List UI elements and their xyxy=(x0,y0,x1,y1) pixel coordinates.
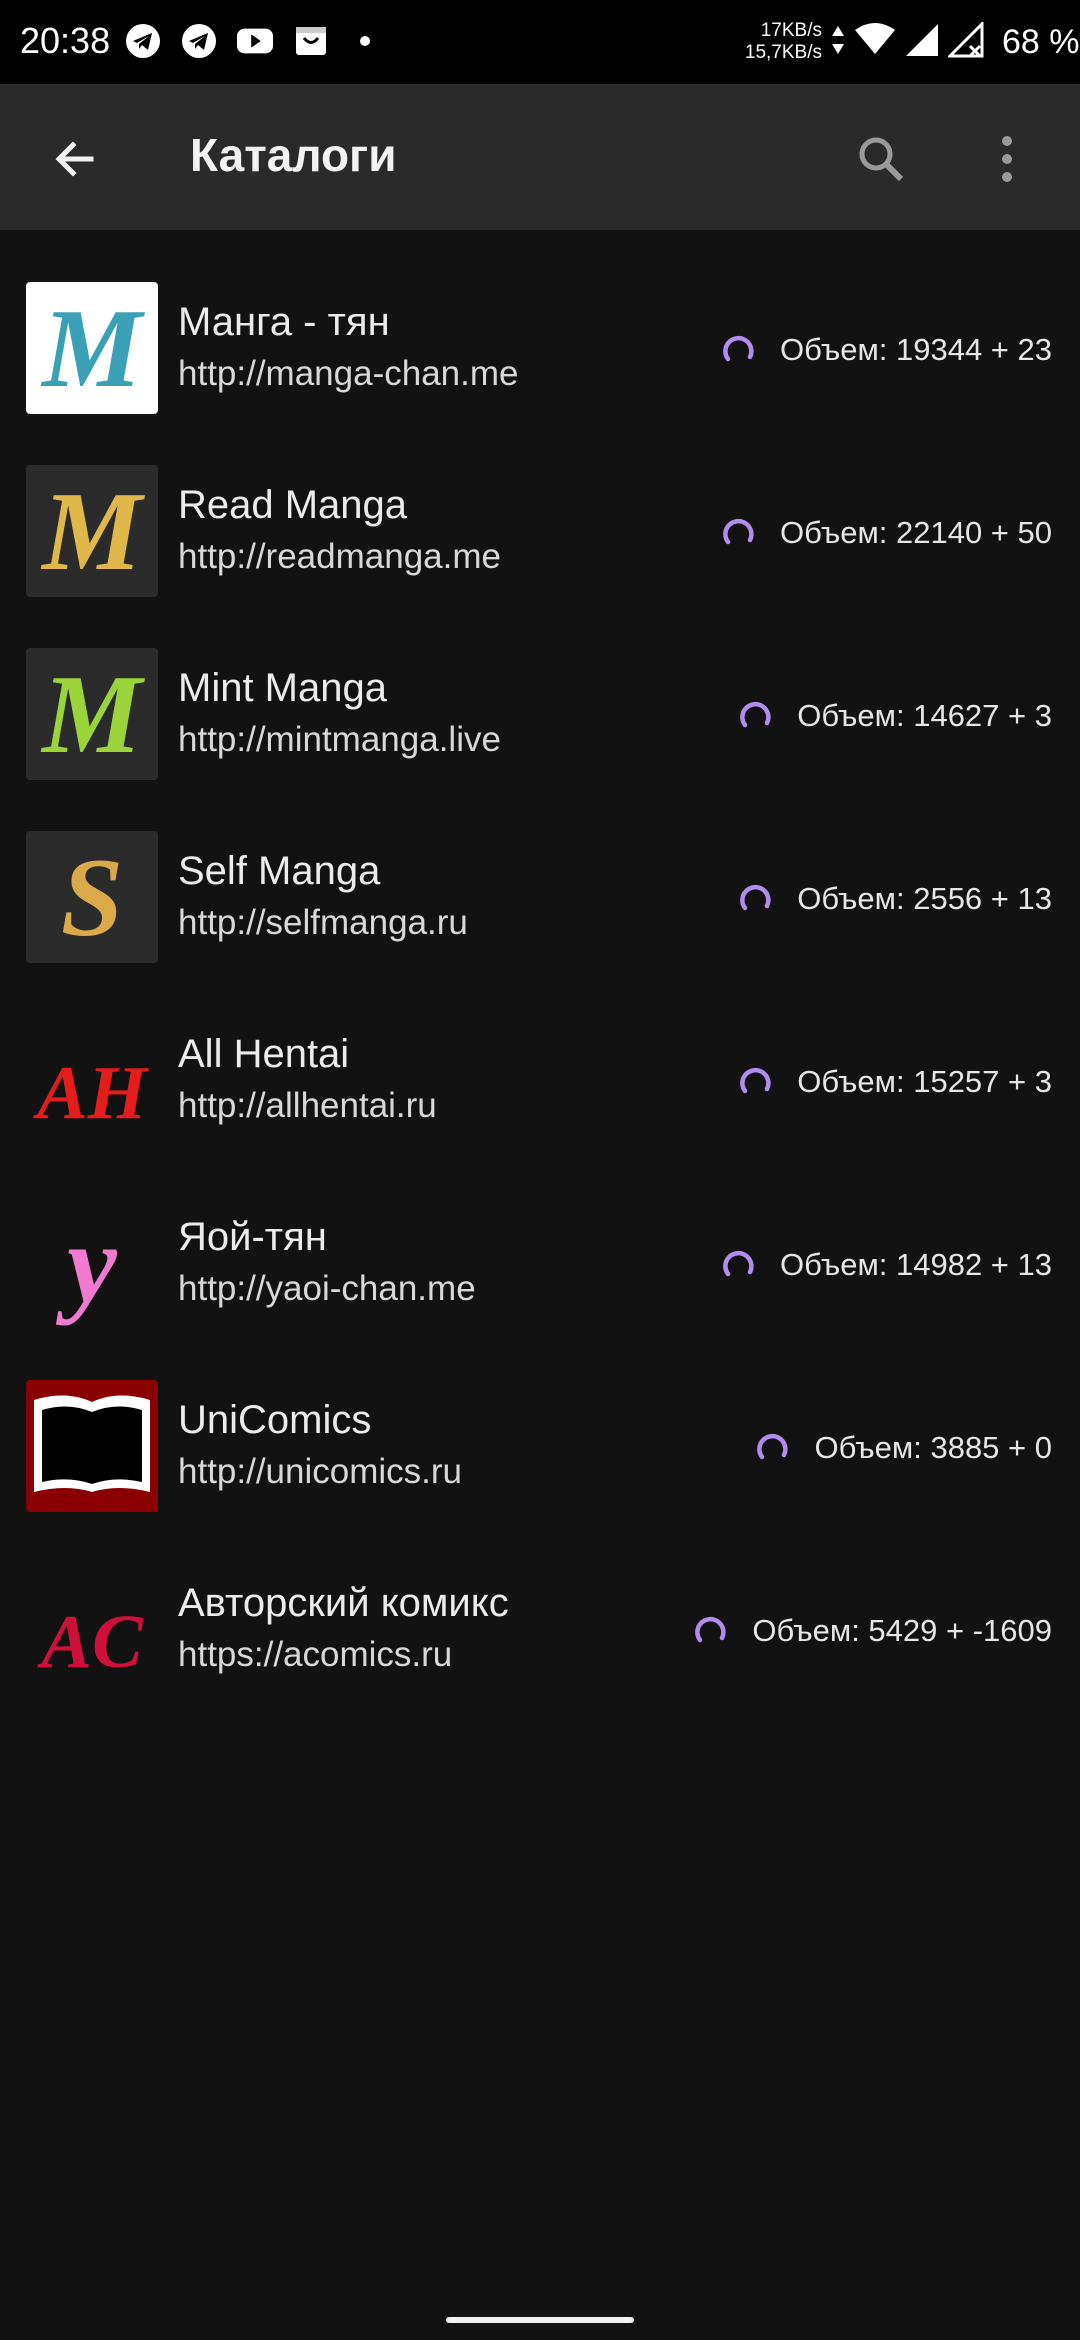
page-title: Каталоги xyxy=(190,129,397,181)
catalog-name: All Hentai xyxy=(178,1032,350,1076)
catalog-volume-text: Объем: 2556 + 13 xyxy=(797,881,1052,916)
catalog-item[interactable]: AH All Hentai http://allhentai.ru Объем: 15… xyxy=(0,962,1080,1146)
signal-icon xyxy=(904,22,940,63)
wifi-icon xyxy=(854,22,896,63)
catalog-logo: M xyxy=(26,282,158,414)
status-bar: 20:38 17KB/s 15,7KB/s 68 % xyxy=(0,0,1080,84)
catalog-volume-text: Объем: 15257 + 3 xyxy=(797,1064,1052,1099)
loading-spinner-icon xyxy=(740,1067,771,1094)
svg-text:M: M xyxy=(40,653,145,777)
svg-text:AH: AH xyxy=(33,1051,150,1135)
catalog-logo: M xyxy=(26,648,158,780)
catalog-logo: y xyxy=(26,1197,158,1329)
search-button[interactable] xyxy=(846,124,916,194)
catalog-logo: AH xyxy=(26,1014,158,1146)
app-bar: Каталоги xyxy=(0,84,1080,230)
catalog-name: Mint Manga xyxy=(178,666,387,710)
search-icon xyxy=(859,137,904,182)
catalog-item[interactable]: UniComics http://unicomics.ru Объем: 3885 … xyxy=(0,1328,1080,1512)
net-speed-down: 15,7KB/s xyxy=(744,42,822,63)
svg-text:M: M xyxy=(40,470,145,594)
loading-spinner-icon xyxy=(740,884,771,911)
catalog-volume: Объем: 14627 + 3 xyxy=(739,698,1052,734)
catalog-item[interactable]: AC Авторский комикс https://acomics.ru Объе… xyxy=(0,1511,1080,1695)
svg-text:S: S xyxy=(61,836,123,960)
back-arrow-icon xyxy=(55,141,94,177)
catalog-volume: Объем: 15257 + 3 xyxy=(739,1064,1052,1100)
catalog-logo: AC xyxy=(26,1563,158,1695)
svg-text:M: M xyxy=(40,287,145,411)
signal-off-icon xyxy=(946,20,984,63)
catalog-url: http://readmanga.me xyxy=(178,537,501,576)
catalog-name: UniComics xyxy=(178,1398,372,1442)
loading-spinner-icon xyxy=(695,1616,727,1643)
catalog-logo xyxy=(26,1380,158,1512)
loading-spinner-icon xyxy=(740,701,771,728)
status-time: 20:38 xyxy=(20,20,111,61)
catalog-item[interactable]: S Self Manga http://selfmanga.ru Объем: 255… xyxy=(0,779,1080,963)
catalog-url: http://mintmanga.live xyxy=(178,720,501,759)
more-options-button[interactable] xyxy=(972,124,1042,194)
catalog-item[interactable]: M Mint Manga http://mintmanga.live Объем: 1… xyxy=(0,596,1080,780)
catalog-volume: Объем: 14982 + 13 xyxy=(722,1247,1052,1283)
telegram-icon xyxy=(124,22,162,60)
dot-icon xyxy=(360,36,370,46)
loading-spinner-icon xyxy=(723,518,754,545)
notification-icons xyxy=(124,22,370,60)
catalog-name: Read Manga xyxy=(178,483,408,527)
catalog-volume: Объем: 19344 + 23 xyxy=(722,332,1052,368)
catalog-volume-text: Объем: 3885 + 0 xyxy=(814,1430,1052,1465)
catalog-item[interactable]: M Read Manga http://readmanga.me Объем: 221… xyxy=(0,413,1080,597)
catalog-url: http://manga-chan.me xyxy=(178,354,519,393)
catalog-volume-text: Объем: 14627 + 3 xyxy=(797,698,1052,733)
catalog-volume-text: Объем: 19344 + 23 xyxy=(779,332,1052,367)
catalog-volume: Объем: 5429 + -1609 xyxy=(694,1613,1052,1649)
net-speed-up: 17KB/s xyxy=(760,20,822,41)
catalog-volume-text: Объем: 22140 + 50 xyxy=(779,515,1052,550)
svg-text:AC: AC xyxy=(37,1600,144,1684)
catalog-name: Авторский комикс xyxy=(178,1581,509,1625)
loading-spinner-icon xyxy=(757,1433,789,1460)
catalog-name: Манга - тян xyxy=(178,300,390,344)
catalog-url: http://yaoi-chan.me xyxy=(178,1269,476,1308)
catalog-volume: Объем: 3885 + 0 xyxy=(756,1430,1052,1466)
battery-level: 68 % xyxy=(1002,23,1080,61)
back-button[interactable] xyxy=(40,124,110,194)
catalog-name: Яой-тян xyxy=(178,1215,327,1259)
catalog-logo: M xyxy=(26,465,158,597)
catalog-logo: S xyxy=(26,831,158,963)
shopping-bag-icon xyxy=(292,22,330,60)
catalog-volume-text: Объем: 14982 + 13 xyxy=(779,1247,1052,1282)
telegram-icon xyxy=(180,22,218,60)
loading-spinner-icon xyxy=(723,335,754,362)
youtube-icon xyxy=(236,22,274,60)
system-icons: 68 % xyxy=(830,20,1080,63)
catalog-volume-text: Объем: 5429 + -1609 xyxy=(752,1613,1052,1648)
navigation-handle[interactable] xyxy=(446,2317,634,2323)
catalog-list: M Манга - тян http://manga-chan.me Объем: 1… xyxy=(0,230,1080,1695)
net-speed: 17KB/s 15,7KB/s xyxy=(736,20,822,64)
catalog-url: http://selfmanga.ru xyxy=(178,903,468,942)
catalog-item[interactable]: M Манга - тян http://manga-chan.me Объем: 1… xyxy=(0,230,1080,414)
svg-text:y: y xyxy=(55,1202,118,1326)
catalog-name: Self Manga xyxy=(178,849,381,893)
loading-spinner-icon xyxy=(723,1250,754,1277)
catalog-url: https://acomics.ru xyxy=(178,1635,453,1674)
catalog-url: http://allhentai.ru xyxy=(178,1086,437,1125)
catalog-volume: Объем: 22140 + 50 xyxy=(722,515,1052,551)
catalog-url: http://unicomics.ru xyxy=(178,1452,462,1491)
catalog-volume: Объем: 2556 + 13 xyxy=(739,881,1052,917)
catalog-item[interactable]: y Яой-тян http://yaoi-chan.me Объем: 14982 … xyxy=(0,1145,1080,1329)
more-vert-icon xyxy=(1002,136,1012,182)
data-arrows-icon xyxy=(830,22,846,63)
